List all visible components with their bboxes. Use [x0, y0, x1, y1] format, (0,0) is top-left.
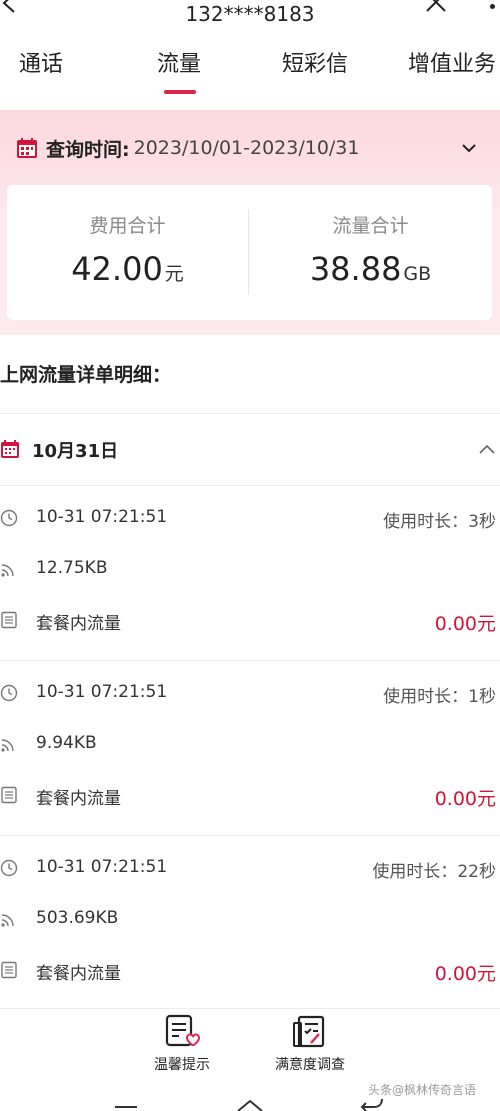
signal-icon	[1, 914, 14, 927]
record-size: 12.75KB	[36, 558, 108, 578]
record-duration: 使用时长：3秒	[383, 512, 496, 532]
fee-unit: 元	[164, 263, 184, 285]
survey-clipboard-icon	[293, 1015, 325, 1048]
query-label: 查询时间:	[46, 138, 130, 161]
more-icon[interactable]	[490, 4, 495, 9]
record-time: 10-31 07:21:51	[36, 682, 168, 702]
signal-icon	[1, 739, 14, 752]
record-duration: 使用时长：1秒	[383, 687, 496, 707]
traffic-label: 流量合计	[332, 215, 409, 237]
fee-summary: 费用合计 42.00 元	[7, 185, 248, 320]
day-group-header[interactable]: 10月31日	[0, 425, 500, 475]
fee-value-wrap: 42.00 元	[7, 250, 248, 288]
fee-value: 42.00	[71, 250, 163, 288]
record-type: 套餐内流量	[36, 614, 121, 634]
record-time-row: 10-31 07:21:51 使用时长：1秒	[0, 680, 500, 710]
query-header: 查询时间: 2023/10/01-2023/10/31 费用合计 42.00 元 …	[0, 110, 500, 335]
document-icon	[1, 786, 17, 804]
tab-sms[interactable]: 短彩信	[282, 46, 348, 78]
document-icon	[1, 961, 17, 979]
divider	[0, 485, 500, 486]
calendar-icon	[1, 440, 19, 458]
traffic-unit: GB	[403, 263, 432, 285]
traffic-value: 38.88	[309, 250, 402, 288]
record-type-row: 套餐内流量 0.00元	[0, 782, 500, 812]
query-value: 2023/10/01-2023/10/31	[133, 137, 360, 159]
record-type-row: 套餐内流量 0.00元	[0, 957, 500, 987]
watermark: 头条@枫林传奇言语	[368, 1083, 477, 1097]
summary-card: 费用合计 42.00 元 流量合计 38.88 GB	[7, 185, 492, 320]
record-type-row: 套餐内流量 0.00元	[0, 607, 500, 637]
divider	[0, 660, 500, 661]
back-nav-icon[interactable]	[360, 1099, 384, 1111]
record-type: 套餐内流量	[36, 964, 121, 984]
tips-label: 温馨提示	[154, 1057, 210, 1073]
chevron-up-icon[interactable]	[478, 443, 496, 455]
record-size: 9.94KB	[36, 733, 97, 753]
record-amount: 0.00元	[434, 788, 496, 810]
clock-icon	[0, 509, 18, 527]
day-label: 10月31日	[32, 441, 119, 462]
record-size-row: 9.94KB	[0, 731, 500, 761]
divider	[0, 1008, 500, 1009]
calendar-icon	[17, 138, 37, 158]
survey-label: 满意度调查	[275, 1057, 345, 1073]
list-item: 10-31 07:21:51 使用时长：1秒 9.94KB 套餐内流量 0.00…	[0, 680, 500, 855]
section-title: 上网流量详单明细：	[0, 364, 172, 386]
record-amount: 0.00元	[434, 613, 496, 635]
menu-icon[interactable]	[115, 1106, 137, 1108]
tab-bar: 通话 流量 短彩信 增值业务	[0, 38, 500, 108]
tab-calls[interactable]: 通话	[19, 46, 63, 78]
home-icon[interactable]	[236, 1099, 264, 1111]
list-item: 10-31 07:21:51 使用时长：3秒 12.75KB 套餐内流量 0.0…	[0, 505, 500, 680]
record-size-row: 12.75KB	[0, 556, 500, 586]
record-time: 10-31 07:21:51	[36, 857, 168, 877]
tips-note-icon	[165, 1014, 201, 1047]
list-item: 10-31 07:21:51 使用时长：22秒 503.69KB 套餐内流量 0…	[0, 855, 500, 1030]
tab-value-added[interactable]: 增值业务	[408, 46, 496, 78]
tips-button[interactable]: 温馨提示	[142, 1012, 222, 1074]
record-size-row: 503.69KB	[0, 906, 500, 936]
record-time-row: 10-31 07:21:51 使用时长：22秒	[0, 855, 500, 885]
top-bar: 132****8183	[0, 0, 500, 30]
record-time-row: 10-31 07:21:51 使用时长：3秒	[0, 505, 500, 535]
active-tab-indicator	[164, 90, 196, 94]
bottom-action-bar: 温馨提示 满意度调查	[0, 1012, 500, 1082]
document-icon	[1, 611, 17, 629]
record-time: 10-31 07:21:51	[36, 507, 168, 527]
fee-label: 费用合计	[89, 215, 166, 237]
divider	[0, 835, 500, 836]
close-icon[interactable]	[424, 0, 448, 12]
tab-traffic[interactable]: 流量	[157, 46, 201, 78]
clock-icon	[0, 684, 18, 702]
signal-icon	[1, 564, 14, 577]
traffic-summary: 流量合计 38.88 GB	[249, 185, 492, 320]
query-time-row[interactable]: 查询时间: 2023/10/01-2023/10/31	[16, 128, 360, 168]
chevron-down-icon[interactable]	[461, 142, 477, 154]
traffic-value-wrap: 38.88 GB	[249, 250, 492, 288]
record-amount: 0.00元	[434, 963, 496, 985]
record-type: 套餐内流量	[36, 789, 121, 809]
system-nav-bar	[0, 1098, 500, 1111]
record-duration: 使用时长：22秒	[372, 862, 496, 882]
divider	[0, 413, 500, 414]
survey-button[interactable]: 满意度调查	[260, 1012, 360, 1074]
clock-icon	[0, 859, 18, 877]
record-size: 503.69KB	[36, 908, 119, 928]
